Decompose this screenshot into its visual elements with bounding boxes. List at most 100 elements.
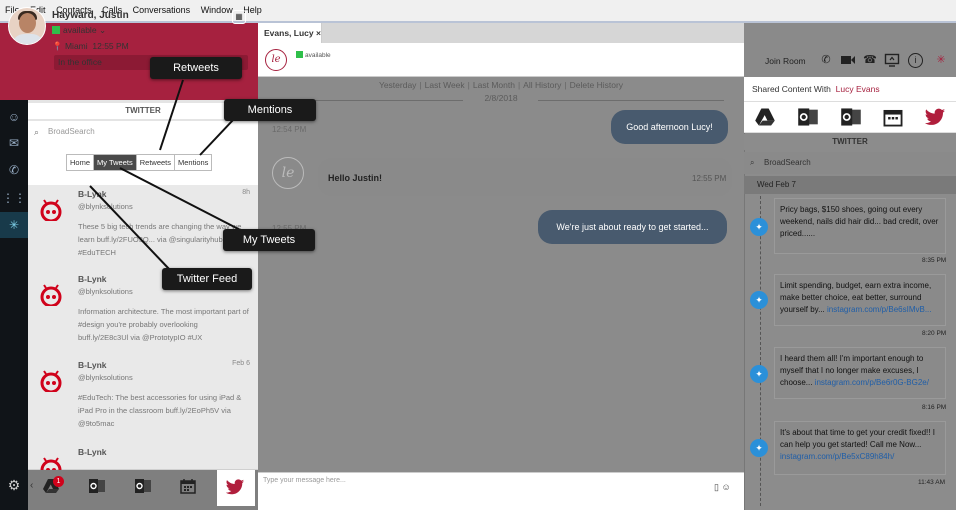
blynk-logo-icon bbox=[40, 284, 62, 306]
dialpad-icon[interactable]: ⋮⋮ bbox=[0, 185, 28, 211]
blynk-logo-icon bbox=[40, 199, 62, 221]
available-indicator bbox=[52, 26, 60, 34]
message-time: 12:55 PM bbox=[692, 174, 727, 183]
close-icon[interactable]: × bbox=[316, 28, 321, 38]
location-line: 📍 Miami 12:55 PM bbox=[52, 41, 129, 52]
outlook-icon[interactable] bbox=[797, 106, 819, 128]
tab-retweets[interactable]: Retweets bbox=[137, 155, 175, 170]
message-time: 12:54 PM bbox=[272, 125, 307, 134]
avatar[interactable] bbox=[8, 7, 46, 45]
tab-my-tweets[interactable]: My Tweets bbox=[94, 155, 137, 170]
shared-tweet-card[interactable]: Limit spending, budget, earn extra incom… bbox=[774, 274, 946, 326]
tab-evans-lucy[interactable]: Evans, Lucy × bbox=[258, 23, 322, 43]
calendar-icon[interactable] bbox=[882, 106, 904, 128]
phone-icon[interactable]: ✆ bbox=[818, 52, 834, 68]
date-header: Wed Feb 7 bbox=[744, 176, 956, 194]
google-drive-icon[interactable] bbox=[754, 106, 776, 128]
chevron-left-icon[interactable]: ‹ bbox=[30, 480, 33, 491]
twitter-icon[interactable] bbox=[225, 479, 245, 496]
join-room-button[interactable]: Join Room bbox=[765, 56, 806, 66]
local-time: 12:55 PM bbox=[92, 41, 129, 51]
tweet-text: #EduTech: The best accessories for using… bbox=[78, 393, 242, 428]
calendar-icon[interactable] bbox=[179, 477, 197, 495]
info-icon[interactable]: i bbox=[908, 53, 923, 68]
menu-conversations[interactable]: Conversations bbox=[129, 0, 195, 20]
input-actions: ▯ ☺ bbox=[714, 482, 731, 493]
callout-twitter-feed: Twitter Feed bbox=[162, 268, 252, 290]
emoji-icon[interactable]: ☺ bbox=[721, 482, 730, 492]
blynk-logo-icon bbox=[40, 370, 62, 392]
shared-tweet-card[interactable]: It's about that time to get your credit … bbox=[774, 421, 946, 475]
tab-mentions[interactable]: Mentions bbox=[175, 155, 211, 170]
history-filters: Yesterday | Last Week | Last Month | All Histo… bbox=[378, 80, 624, 90]
tweet-handle[interactable]: @blynksolutions bbox=[78, 287, 133, 296]
profile-name: Hayward, Justin bbox=[52, 10, 129, 21]
date-separator: 2/8/2018 bbox=[258, 93, 744, 107]
filter-last-month[interactable]: Last Month bbox=[473, 80, 515, 90]
outlook-icon[interactable] bbox=[88, 477, 106, 495]
callout-retweets: Retweets bbox=[150, 57, 242, 79]
grid-menu-icon[interactable]: ▦ bbox=[232, 10, 246, 24]
contact-status-text: available bbox=[305, 52, 331, 59]
twitter-icon[interactable] bbox=[924, 108, 946, 127]
shared-tweet-time: 8:20 PM bbox=[922, 330, 947, 337]
status-selector[interactable]: available ⌄ bbox=[52, 25, 106, 36]
outlook-calendar-icon[interactable] bbox=[840, 106, 862, 128]
twitter-tab-group: Home My Tweets Retweets Mentions bbox=[66, 154, 213, 171]
tweet-text: Information architecture. The most impor… bbox=[78, 307, 249, 342]
location-text: Miami bbox=[64, 41, 88, 51]
tweet-date: 8h bbox=[242, 189, 250, 196]
shared-search-placeholder: BroadSearch bbox=[764, 158, 811, 167]
message-bubble-sent: Good afternoon Lucy! bbox=[611, 110, 728, 144]
contact-avatar: le bbox=[272, 157, 304, 189]
twitter-search-input[interactable]: ⌕ BroadSearch bbox=[28, 121, 258, 143]
filter-last-week[interactable]: Last Week bbox=[425, 80, 465, 90]
contacts-icon[interactable]: ☺ bbox=[0, 104, 28, 130]
desk-phone-icon[interactable]: ☎ bbox=[862, 52, 878, 68]
tab-home[interactable]: Home bbox=[67, 155, 95, 170]
available-indicator bbox=[296, 51, 303, 58]
phone-icon[interactable]: ✆ bbox=[0, 157, 28, 183]
shared-tweet-link[interactable]: instagram.com/p/Be6sIMvB... bbox=[827, 305, 931, 314]
menu-window[interactable]: Window bbox=[197, 0, 237, 20]
tweet-item[interactable]: B-Lynk bbox=[28, 443, 258, 479]
tweet-author: B-Lynk bbox=[78, 274, 107, 284]
shared-tweet-card[interactable]: I heard them all! I'm important enough t… bbox=[774, 347, 946, 399]
outlook-calendar-icon[interactable] bbox=[134, 477, 152, 495]
shared-tweet-text: It's about that time to get your credit … bbox=[780, 428, 935, 449]
filter-yesterday[interactable]: Yesterday bbox=[379, 80, 417, 90]
message-text: Hello Justin! bbox=[328, 173, 383, 183]
twitter-bird-icon: ✦ bbox=[750, 439, 768, 457]
location-pin-icon: 📍 bbox=[52, 41, 63, 51]
timeline-line bbox=[760, 196, 761, 506]
tweet-author: B-Lynk bbox=[78, 189, 107, 199]
tweet-item[interactable]: B-Lynk @blynksolutions Feb 6 #EduTech: T… bbox=[28, 356, 258, 448]
tweet-handle[interactable]: @blynksolutions bbox=[78, 373, 133, 382]
tweet-date: Feb 6 bbox=[232, 360, 250, 367]
tab-strip bbox=[322, 23, 744, 43]
message-input-placeholder: Type your message here... bbox=[263, 477, 346, 484]
gear-icon[interactable]: ⚙ bbox=[4, 475, 24, 495]
screen-share-icon[interactable] bbox=[884, 52, 900, 68]
twitter-bird-icon: ✦ bbox=[750, 218, 768, 236]
shared-search-input[interactable]: ⌕ BroadSearch bbox=[744, 152, 956, 174]
tweet-handle[interactable]: @blynksolutions bbox=[78, 202, 133, 211]
shared-tweet-time: 11:43 AM bbox=[918, 479, 945, 486]
delete-history-button[interactable]: Delete History bbox=[570, 80, 623, 90]
social-icon[interactable]: ✳ bbox=[0, 212, 28, 238]
twitter-bird-icon: ✦ bbox=[750, 291, 768, 309]
social-share-icon[interactable]: ✳ bbox=[933, 52, 949, 68]
shared-tweet-link[interactable]: instagram.com/p/Be5xC89h84h/ bbox=[780, 452, 894, 461]
shared-tweet-link[interactable]: instagram.com/p/Be6r0G-BG2e/ bbox=[815, 378, 929, 387]
conversation-header bbox=[258, 43, 744, 77]
tab-title: Evans, Lucy bbox=[264, 28, 314, 38]
shared-tweet-card[interactable]: Pricy bags, $150 shoes, going out every … bbox=[774, 198, 946, 254]
chevron-down-icon[interactable]: ⌄ bbox=[99, 25, 106, 35]
contact-avatar[interactable]: le bbox=[265, 49, 287, 71]
filter-all-history[interactable]: All History bbox=[523, 80, 561, 90]
attach-file-icon[interactable]: ▯ bbox=[714, 482, 719, 492]
search-icon: ⌕ bbox=[34, 127, 40, 137]
chat-icon[interactable]: ✉ bbox=[0, 130, 28, 156]
notification-badge: 1 bbox=[53, 476, 64, 487]
video-icon[interactable] bbox=[840, 52, 856, 68]
